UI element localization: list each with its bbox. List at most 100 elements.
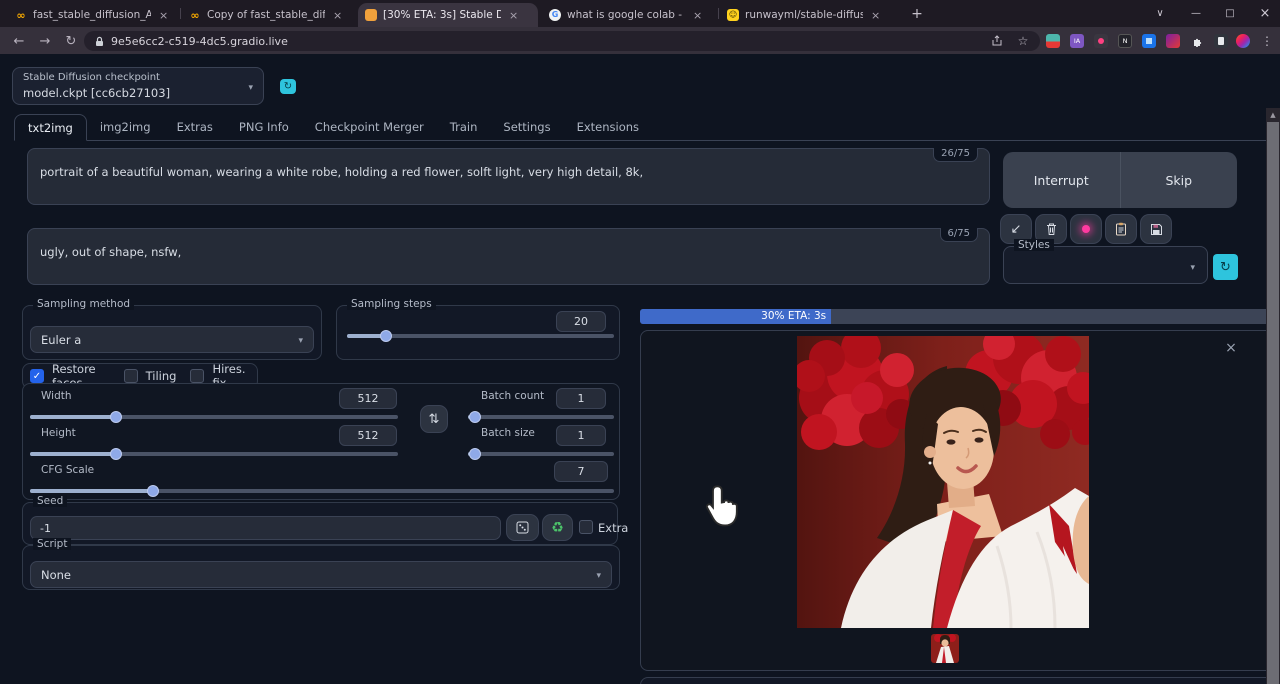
extension-icon-person[interactable]	[1046, 34, 1060, 48]
tab-title: fast_stable_diffusion_AUTOMA	[33, 9, 151, 21]
new-tab-button[interactable]: +	[906, 5, 928, 24]
height-slider[interactable]	[30, 452, 398, 456]
dimensions-group: Width 512 Height 512 ⇅ Batch count 1 Bat…	[22, 383, 620, 500]
refresh-styles-button[interactable]: ↻	[1213, 254, 1238, 280]
slider-thumb[interactable]	[110, 411, 122, 423]
slider-thumb[interactable]	[380, 330, 392, 342]
tab-close-icon[interactable]: ×	[331, 9, 344, 22]
tab-png-info[interactable]: PNG Info	[226, 114, 302, 141]
save-style-button[interactable]	[1140, 214, 1172, 244]
browser-tab-active[interactable]: [30% ETA: 3s] Stable Diffusion ×	[358, 3, 538, 27]
browser-tab-1[interactable]: ∞ fast_stable_diffusion_AUTOMA ×	[8, 3, 178, 27]
slider-thumb[interactable]	[469, 448, 481, 460]
height-input[interactable]: 512	[339, 425, 397, 446]
batch-count-input[interactable]: 1	[556, 388, 606, 409]
extension-icon-blue[interactable]	[1142, 34, 1156, 48]
interrupt-button[interactable]: Interrupt	[1003, 152, 1120, 208]
sampling-method-group: Sampling method Euler a ▾	[22, 305, 322, 360]
browser-tab-5[interactable]: ☺ runwayml/stable-diffusion-v1 ×	[720, 3, 898, 27]
width-slider[interactable]	[30, 415, 398, 419]
window-close-button[interactable]: ×	[1248, 0, 1280, 27]
scrollbar-up-icon[interactable]: ▲	[1266, 108, 1280, 122]
extension-icon-ia[interactable]: IA	[1070, 34, 1084, 48]
extension-icon-notion[interactable]: N	[1118, 34, 1132, 48]
extension-icon-purple[interactable]	[1166, 34, 1180, 48]
back-button[interactable]: ←	[8, 31, 30, 51]
profile-avatar[interactable]	[1236, 34, 1250, 48]
forward-button[interactable]: →	[34, 31, 56, 51]
hires-fix-checkbox[interactable]	[190, 369, 204, 383]
slider-fill	[30, 415, 116, 419]
tab-settings[interactable]: Settings	[490, 114, 563, 141]
apply-styles-button[interactable]	[1105, 214, 1137, 244]
generated-image[interactable]	[797, 336, 1089, 628]
styles-dropdown[interactable]: Styles ▾	[1003, 246, 1208, 284]
gallery-thumbnail[interactable]	[931, 634, 959, 663]
tab-checkpoint-merger[interactable]: Checkpoint Merger	[302, 114, 437, 141]
extensions-puzzle-icon[interactable]	[1190, 34, 1204, 48]
sampling-method-select[interactable]: Euler a ▾	[30, 326, 314, 353]
extension-icon-dark[interactable]	[1214, 34, 1228, 48]
negative-prompt-textarea[interactable]: ugly, out of shape, nsfw,	[27, 228, 990, 285]
dark-ext-glyph	[1218, 37, 1224, 45]
tab-img2img[interactable]: img2img	[87, 114, 164, 141]
random-seed-button[interactable]	[506, 514, 539, 541]
skip-button[interactable]: Skip	[1120, 152, 1238, 208]
tab-close-icon[interactable]: ×	[869, 9, 882, 22]
extension-icon-pink[interactable]	[1094, 34, 1108, 48]
tab-extensions[interactable]: Extensions	[564, 114, 652, 141]
tab-close-icon[interactable]: ×	[507, 9, 520, 22]
tab-extras[interactable]: Extras	[164, 114, 226, 141]
slider-thumb[interactable]	[469, 411, 481, 423]
url-field[interactable]: 9e5e6cc2-c519-4dc5.gradio.live	[84, 31, 1040, 51]
seed-input[interactable]: -1	[30, 516, 501, 540]
browser-menu-kebab-icon[interactable]: ⋮	[1258, 33, 1276, 49]
reload-button[interactable]: ↻	[60, 31, 82, 51]
tab-train[interactable]: Train	[437, 114, 491, 141]
share-icon[interactable]	[988, 33, 1006, 49]
script-select[interactable]: None ▾	[30, 561, 612, 588]
tiling-checkbox[interactable]	[124, 369, 138, 383]
clipboard-icon	[1115, 222, 1127, 236]
tabs-divider	[14, 140, 1277, 141]
gallery-close-icon[interactable]: ×	[1223, 340, 1239, 356]
width-input[interactable]: 512	[339, 388, 397, 409]
gradio-icon	[365, 9, 377, 21]
sampling-steps-slider[interactable]	[347, 334, 614, 338]
prompt-textarea[interactable]: portrait of a beautiful woman, wearing a…	[27, 148, 990, 205]
refresh-checkpoint-button[interactable]: ↻	[280, 79, 296, 94]
browser-tab-2[interactable]: ∞ Copy of fast_stable_diffusion ×	[182, 3, 354, 27]
reuse-seed-button[interactable]: ♻	[542, 514, 573, 541]
negative-token-counter: 6/75	[940, 228, 978, 242]
sampling-steps-input[interactable]: 20	[556, 311, 606, 332]
window-maximize-button[interactable]: □	[1213, 0, 1247, 27]
scrollbar-thumb[interactable]	[1267, 122, 1279, 684]
tab-search-chevron-icon[interactable]: ∨	[1143, 0, 1177, 27]
width-label: Width	[41, 390, 72, 402]
tab-close-icon[interactable]: ×	[691, 9, 704, 22]
browser-tab-4[interactable]: G what is google colab - Googl ×	[542, 3, 716, 27]
window-minimize-button[interactable]: —	[1179, 0, 1213, 27]
batch-count-slider[interactable]	[468, 415, 614, 419]
script-label: Script	[33, 538, 71, 550]
cfg-scale-slider[interactable]	[30, 489, 614, 493]
extra-seed-label: Extra	[598, 521, 628, 535]
tab-txt2img[interactable]: txt2img	[14, 114, 87, 141]
blue-grid	[1146, 38, 1152, 44]
extra-seed-checkbox[interactable]	[579, 520, 593, 534]
tab-close-icon[interactable]: ×	[157, 9, 170, 22]
swap-width-height-button[interactable]: ⇅	[420, 405, 448, 433]
cfg-scale-input[interactable]: 7	[554, 461, 608, 482]
batch-size-input[interactable]: 1	[556, 425, 606, 446]
page-scrollbar[interactable]: ▲ ▼	[1266, 108, 1280, 684]
lock-icon	[95, 36, 104, 47]
tab-title: [30% ETA: 3s] Stable Diffusion	[383, 9, 501, 21]
slider-thumb[interactable]	[110, 448, 122, 460]
checkpoint-dropdown[interactable]: Stable Diffusion checkpoint model.ckpt […	[12, 67, 264, 105]
bookmark-star-icon[interactable]: ☆	[1014, 33, 1032, 49]
extra-networks-button[interactable]	[1070, 214, 1102, 244]
batch-size-slider[interactable]	[468, 452, 614, 456]
slider-thumb[interactable]	[147, 485, 159, 497]
tab-separator	[180, 8, 181, 19]
restore-faces-checkbox[interactable]: ✓	[30, 369, 44, 383]
